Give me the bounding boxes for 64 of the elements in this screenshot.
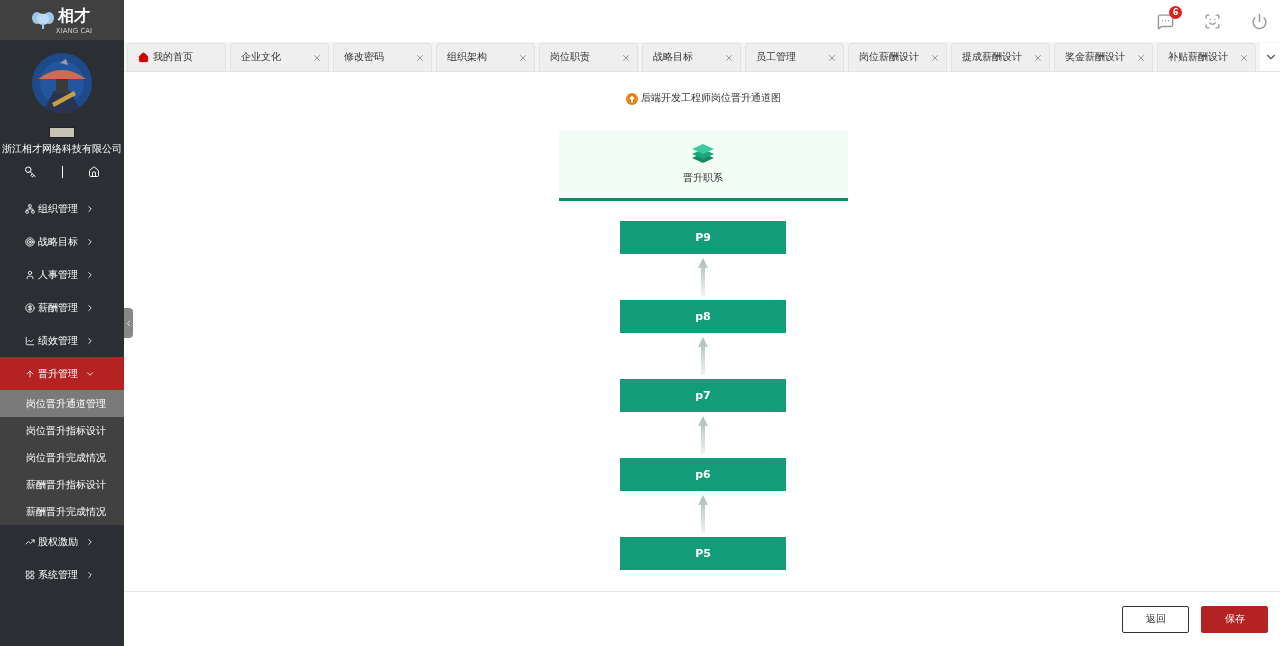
layers-icon — [692, 143, 714, 164]
close-icon[interactable] — [312, 52, 322, 63]
menu-item[interactable]: 战略目标 — [0, 225, 124, 258]
power-icon[interactable] — [1251, 12, 1268, 30]
close-icon[interactable] — [930, 52, 940, 63]
save-button[interactable]: 保存 — [1201, 605, 1268, 633]
menu-item[interactable]: 绩效管理 — [0, 324, 124, 357]
tab[interactable]: 企业文化 — [230, 43, 329, 71]
close-icon[interactable] — [724, 52, 734, 63]
chevron-right-icon — [85, 302, 95, 313]
chevron-right-icon — [85, 536, 95, 547]
level-box: P5 — [620, 537, 786, 570]
name-placeholder — [49, 127, 75, 138]
close-icon[interactable] — [1033, 52, 1043, 63]
close-icon[interactable] — [415, 52, 425, 63]
notification-badge: 6 — [1169, 5, 1182, 19]
key-icon[interactable] — [24, 166, 36, 178]
tab[interactable]: 岗位职责 — [539, 43, 638, 71]
chevron-right-icon — [85, 569, 95, 580]
chevron-right-icon — [85, 335, 95, 346]
elephant-logo-icon — [31, 10, 54, 30]
submenu-item[interactable]: 岗位晋升指标设计 — [0, 417, 124, 444]
close-icon[interactable] — [827, 52, 837, 63]
menu-item[interactable]: 晋升管理 — [0, 357, 124, 390]
up-arrow-icon — [625, 92, 638, 105]
face-scan-icon[interactable] — [1204, 12, 1221, 30]
collapse-handle[interactable] — [124, 308, 133, 338]
company-name: 浙江相才网络科技有限公司 — [2, 142, 122, 156]
level-box: p6 — [620, 458, 786, 491]
menu-item[interactable]: 组织管理 — [0, 192, 124, 225]
submenu-item[interactable]: 薪酬晋升指标设计 — [0, 471, 124, 498]
close-icon[interactable] — [1239, 52, 1249, 63]
level-box: p7 — [620, 379, 786, 412]
chevron-right-icon — [85, 269, 95, 280]
tab[interactable]: 员工管理 — [745, 43, 844, 71]
submenu-item[interactable]: 岗位晋升通道管理 — [0, 390, 124, 417]
tab[interactable]: 组织架构 — [436, 43, 535, 71]
tab[interactable]: 修改密码 — [333, 43, 432, 71]
tab[interactable]: 战略目标 — [642, 43, 741, 71]
close-icon[interactable] — [518, 52, 528, 63]
logo-text: 相才 — [58, 5, 90, 27]
submenu-item[interactable]: 薪酬晋升完成情况 — [0, 498, 124, 525]
home-icon[interactable] — [88, 166, 100, 178]
tab[interactable]: 补贴薪酬设计 — [1157, 43, 1256, 71]
menu-item[interactable]: 人事管理 — [0, 258, 124, 291]
tab-menu-button[interactable] — [1260, 43, 1280, 71]
level-box: P9 — [620, 221, 786, 254]
submenu-item[interactable]: 岗位晋升完成情况 — [0, 444, 124, 471]
close-icon[interactable] — [1136, 52, 1146, 63]
close-icon[interactable] — [621, 52, 631, 63]
tab[interactable]: 提成薪酬设计 — [951, 43, 1050, 71]
tab[interactable]: 岗位薪酬设计 — [848, 43, 947, 71]
chevron-right-icon — [85, 203, 95, 214]
system-label: 晋升职系 — [683, 171, 723, 185]
menu-item[interactable]: 薪酬管理 — [0, 291, 124, 324]
level-box: p8 — [620, 300, 786, 333]
menu-item[interactable]: 股权激励 — [0, 525, 124, 558]
tab[interactable]: 奖金薪酬设计 — [1054, 43, 1153, 71]
chevron-right-icon — [85, 236, 95, 247]
tab[interactable]: 我的首页 — [127, 43, 226, 71]
menu-item[interactable]: 系统管理 — [0, 558, 124, 591]
page-title: 后端开发工程师岗位晋升通道图 — [640, 92, 781, 105]
back-button[interactable]: 返回 — [1122, 605, 1189, 633]
message-icon[interactable] — [1157, 12, 1174, 30]
